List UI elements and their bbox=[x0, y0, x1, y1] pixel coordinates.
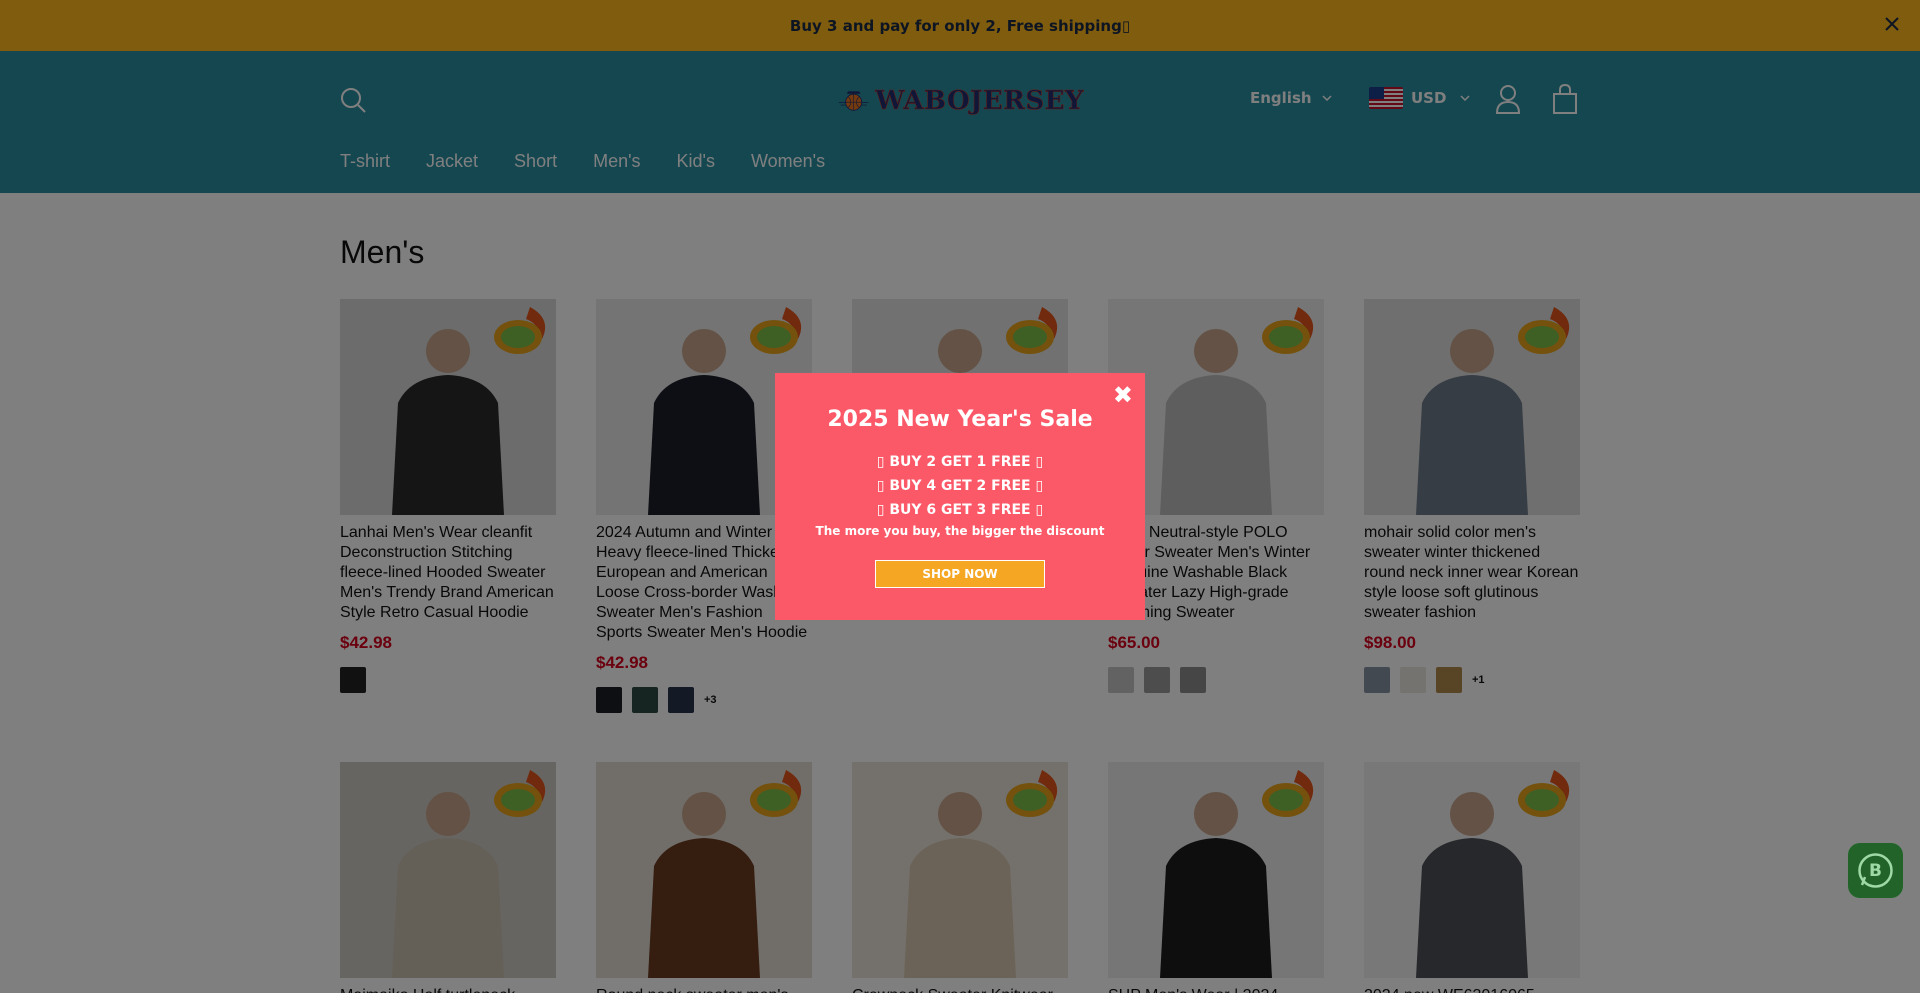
popup-subtitle: The more you buy, the bigger the discoun… bbox=[815, 524, 1105, 538]
whatsapp-icon: B bbox=[1858, 853, 1893, 888]
popup-offers: ▯ BUY 2 GET 1 FREE ▯ ▯ BUY 4 GET 2 FREE … bbox=[775, 450, 1145, 538]
offer-line: ▯ BUY 4 GET 2 FREE ▯ bbox=[876, 478, 1044, 494]
popup-close-icon[interactable]: ✖ bbox=[1113, 381, 1133, 409]
offer-line: ▯ BUY 2 GET 1 FREE ▯ bbox=[876, 454, 1044, 470]
popup-title: 2025 New Year's Sale bbox=[827, 407, 1093, 432]
offer-line: ▯ BUY 6 GET 3 FREE ▯ bbox=[876, 502, 1044, 518]
svg-text:B: B bbox=[1869, 861, 1882, 881]
promo-popup: ✖ 2025 New Year's Sale ▯ BUY 2 GET 1 FRE… bbox=[775, 373, 1145, 620]
whatsapp-chat-button[interactable]: B bbox=[1848, 843, 1903, 898]
shop-now-button[interactable]: SHOP NOW bbox=[875, 560, 1045, 588]
